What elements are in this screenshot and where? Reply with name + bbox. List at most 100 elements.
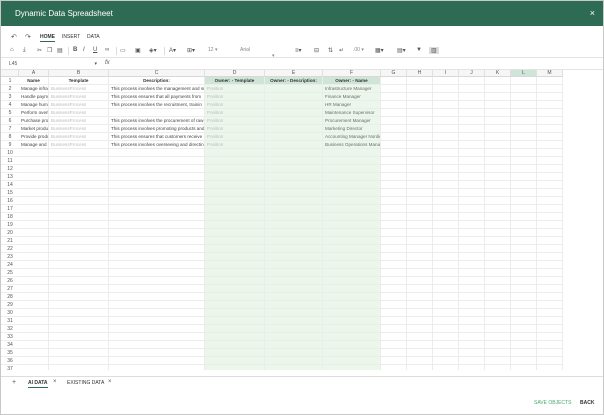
grid-cell[interactable]	[433, 181, 459, 189]
grid-cell[interactable]	[537, 221, 563, 229]
grid-cell[interactable]	[109, 285, 205, 293]
row-header[interactable]: 6	[1, 117, 19, 125]
header-cell[interactable]	[407, 77, 433, 85]
grid-cell[interactable]	[265, 197, 323, 205]
grid-cell[interactable]	[323, 269, 381, 277]
format-table-icon[interactable]: ▦▾	[375, 47, 384, 54]
grid-cell[interactable]	[459, 213, 485, 221]
grid-cell[interactable]	[323, 213, 381, 221]
row-header[interactable]: 20	[1, 229, 19, 237]
grid-cell[interactable]	[381, 157, 407, 165]
grid-cell[interactable]	[205, 349, 265, 357]
grid-cell[interactable]	[323, 253, 381, 261]
grid-cell[interactable]	[381, 269, 407, 277]
grid-cell[interactable]: BusinessProcess	[49, 125, 109, 133]
grid-cell[interactable]: This process ensures that customers rece…	[109, 133, 205, 141]
grid-cell[interactable]	[381, 341, 407, 349]
grid-cell[interactable]	[109, 357, 205, 365]
grid-cell[interactable]	[381, 357, 407, 365]
grid-cell[interactable]	[381, 365, 407, 370]
select-all-corner[interactable]	[1, 70, 19, 77]
grid-cell[interactable]	[265, 117, 323, 125]
grid-cell[interactable]	[49, 341, 109, 349]
grid-cell[interactable]	[381, 237, 407, 245]
grid-cell[interactable]	[537, 197, 563, 205]
grid-cell[interactable]	[537, 189, 563, 197]
grid-cell[interactable]	[511, 357, 537, 365]
grid-cell[interactable]	[459, 181, 485, 189]
grid-cell[interactable]	[511, 133, 537, 141]
grid-cell[interactable]	[323, 237, 381, 245]
row-header[interactable]: 28	[1, 293, 19, 301]
grid-cell[interactable]	[459, 317, 485, 325]
grid-cell[interactable]	[511, 365, 537, 370]
grid-cell[interactable]	[407, 221, 433, 229]
grid-cell[interactable]	[19, 317, 49, 325]
grid-cell[interactable]	[407, 157, 433, 165]
grid-cell[interactable]	[49, 245, 109, 253]
grid-cell[interactable]	[537, 205, 563, 213]
grid-cell[interactable]	[537, 133, 563, 141]
grid-cell[interactable]	[381, 221, 407, 229]
grid-cell[interactable]	[459, 357, 485, 365]
grid-cell[interactable]	[407, 253, 433, 261]
grid-cell[interactable]	[19, 261, 49, 269]
number-format-select[interactable]: .00 ▾	[353, 47, 364, 53]
grid-cell[interactable]	[265, 277, 323, 285]
cut-icon[interactable]: ✂	[37, 47, 42, 54]
row-header[interactable]: 1	[1, 77, 19, 85]
grid-cell[interactable]	[265, 157, 323, 165]
grid-cell[interactable]	[265, 333, 323, 341]
underline-icon[interactable]: U	[93, 47, 97, 53]
row-header[interactable]: 26	[1, 277, 19, 285]
grid-cell[interactable]	[323, 349, 381, 357]
grid-cell[interactable]	[205, 157, 265, 165]
row-header[interactable]: 30	[1, 309, 19, 317]
grid-cell[interactable]	[323, 221, 381, 229]
grid-cell[interactable]	[485, 261, 511, 269]
grid-cell[interactable]	[433, 309, 459, 317]
grid-cell[interactable]: Manage infrastructure	[19, 85, 49, 93]
grid-cell[interactable]	[109, 109, 205, 117]
grid-cell[interactable]	[407, 149, 433, 157]
grid-cell[interactable]	[109, 293, 205, 301]
grid-cell[interactable]	[511, 301, 537, 309]
grid-cell[interactable]	[537, 101, 563, 109]
grid-cell[interactable]: Infrastructure Manager	[323, 85, 381, 93]
copy-icon[interactable]: ❐	[47, 47, 52, 54]
grid-cell[interactable]	[537, 117, 563, 125]
grid-cell[interactable]	[511, 245, 537, 253]
grid-cell[interactable]	[537, 301, 563, 309]
grid-cell[interactable]	[49, 357, 109, 365]
grid-cell[interactable]	[109, 349, 205, 357]
grid-cell[interactable]	[205, 285, 265, 293]
grid-cell[interactable]	[511, 285, 537, 293]
grid-cell[interactable]	[265, 293, 323, 301]
grid-cell[interactable]	[459, 109, 485, 117]
grid-cell[interactable]	[433, 93, 459, 101]
grid-cell[interactable]: Marketing Director	[323, 125, 381, 133]
redo-icon[interactable]: ↷	[25, 33, 31, 41]
grid-cell[interactable]	[511, 181, 537, 189]
grid-cell[interactable]	[49, 253, 109, 261]
row-header[interactable]: 2	[1, 85, 19, 93]
grid-cell[interactable]	[433, 125, 459, 133]
grid-cell[interactable]	[511, 325, 537, 333]
grid-cell[interactable]	[511, 253, 537, 261]
grid-cell[interactable]	[459, 285, 485, 293]
grid-cell[interactable]	[265, 165, 323, 173]
grid-cell[interactable]	[109, 205, 205, 213]
grid-cell[interactable]	[381, 213, 407, 221]
grid-cell[interactable]	[433, 357, 459, 365]
paste-icon[interactable]: ▤	[57, 47, 63, 54]
grid-cell[interactable]	[265, 213, 323, 221]
grid-cell[interactable]	[49, 189, 109, 197]
grid-cell[interactable]	[537, 253, 563, 261]
grid-cell[interactable]	[19, 213, 49, 221]
grid-cell[interactable]	[485, 197, 511, 205]
grid-cell[interactable]	[323, 293, 381, 301]
row-header[interactable]: 27	[1, 285, 19, 293]
column-header-g[interactable]: G	[381, 70, 407, 77]
grid-cell[interactable]: This process ensures that all payments f…	[109, 93, 205, 101]
row-header[interactable]: 25	[1, 269, 19, 277]
